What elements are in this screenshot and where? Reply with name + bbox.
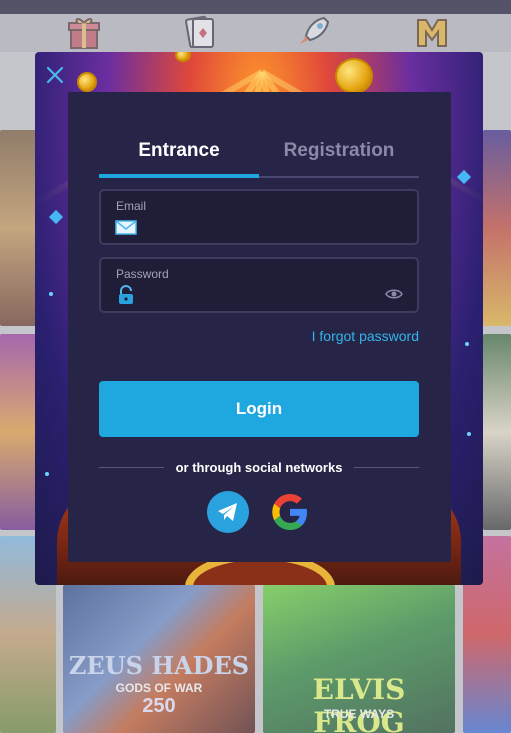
- close-icon: [46, 66, 64, 84]
- password-label: Password: [116, 267, 169, 281]
- google-login-button[interactable]: [269, 491, 311, 533]
- close-button[interactable]: [44, 64, 66, 86]
- game-tile[interactable]: [483, 334, 511, 530]
- tab-registration[interactable]: Registration: [259, 128, 419, 176]
- rocket-icon[interactable]: [294, 14, 334, 50]
- telegram-icon: [218, 503, 237, 521]
- game-subtitle: TRUE WAYS: [323, 707, 395, 721]
- login-panel: Entrance Registration Email Password I f…: [68, 92, 451, 562]
- game-tile-elvis-frog[interactable]: ELVIS FROG TRUE WAYS: [263, 585, 455, 733]
- m-badge-icon[interactable]: [412, 14, 452, 50]
- game-tile[interactable]: [483, 130, 511, 326]
- top-nav: [0, 14, 511, 52]
- login-button[interactable]: Login: [99, 381, 419, 437]
- game-number: 250: [142, 695, 176, 717]
- game-subtitle: GODS OF WAR: [115, 681, 203, 695]
- google-icon: [272, 494, 307, 530]
- password-field[interactable]: Password: [99, 257, 419, 313]
- eye-icon[interactable]: [385, 287, 403, 301]
- game-tile[interactable]: [0, 334, 36, 530]
- telegram-login-button[interactable]: [207, 491, 249, 533]
- divider-line: [99, 466, 164, 468]
- email-input[interactable]: [145, 215, 385, 237]
- game-tile-zeus-hades[interactable]: ZEUS HADES GODS OF WAR 250: [63, 585, 255, 733]
- email-field[interactable]: Email: [99, 189, 419, 245]
- social-label: or through social networks: [175, 459, 343, 475]
- forgot-password-link[interactable]: I forgot password: [312, 328, 419, 344]
- lock-icon: [119, 285, 133, 304]
- cards-icon[interactable]: [180, 14, 220, 50]
- password-input[interactable]: [145, 283, 385, 305]
- top-bar: [0, 0, 511, 14]
- auth-tabs: Entrance Registration: [99, 128, 419, 178]
- game-title: ELVIS FROG: [312, 673, 406, 733]
- social-divider: or through social networks: [99, 456, 420, 478]
- gift-icon[interactable]: [64, 14, 104, 50]
- game-tile[interactable]: [0, 130, 36, 326]
- game-title: ZEUS HADES: [68, 651, 250, 680]
- auth-modal: Entrance Registration Email Password I f…: [35, 52, 483, 585]
- tab-entrance[interactable]: Entrance: [99, 128, 259, 178]
- email-label: Email: [116, 199, 147, 213]
- envelope-icon: [115, 220, 137, 235]
- divider-line: [354, 466, 420, 468]
